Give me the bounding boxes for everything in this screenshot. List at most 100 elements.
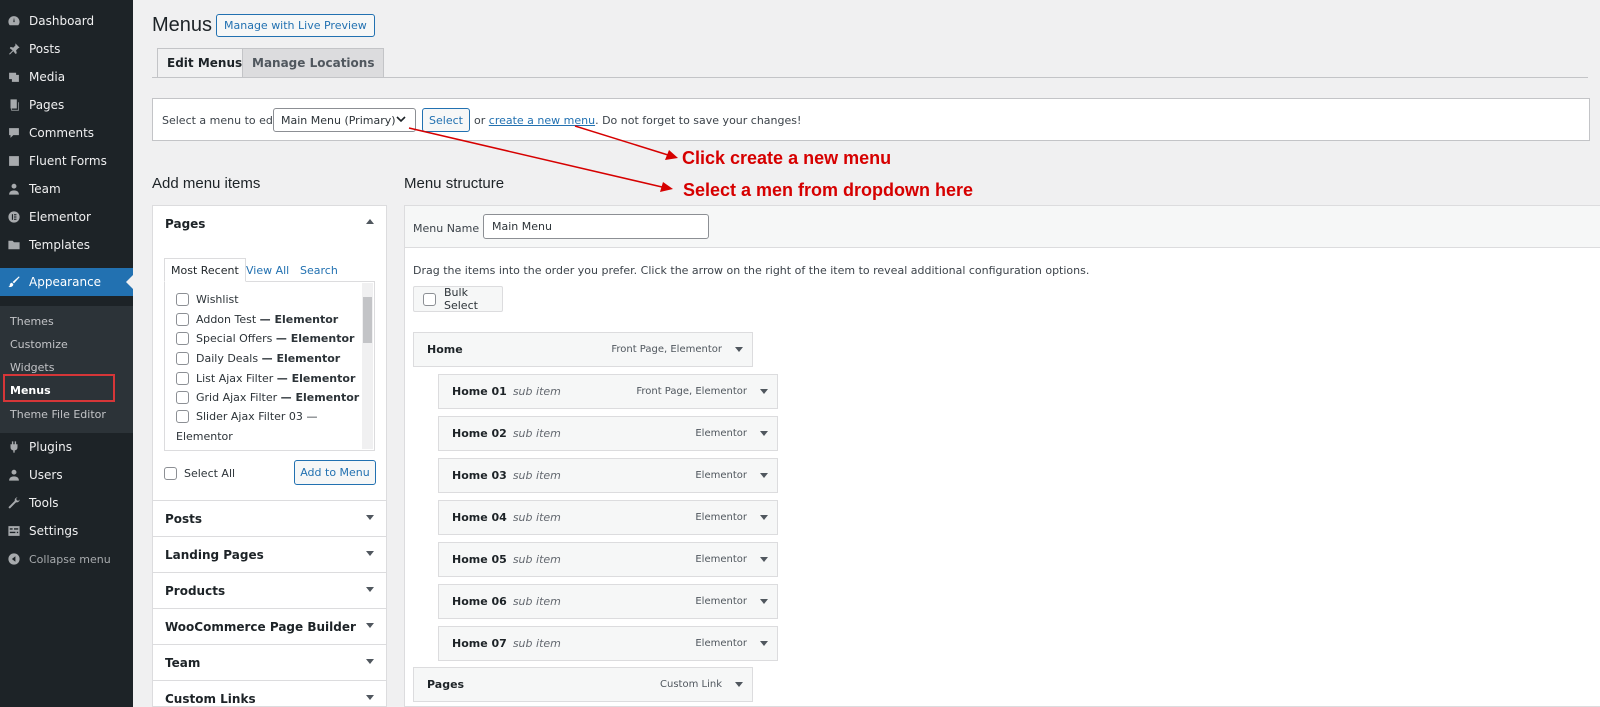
sidebar-label: Fluent Forms bbox=[29, 154, 107, 168]
select-button[interactable]: Select bbox=[422, 108, 470, 132]
menu-item[interactable]: Home 05 sub item Elementor bbox=[438, 542, 778, 577]
menu-item-label: Home 06 bbox=[452, 595, 507, 608]
sidebar-label: Team bbox=[29, 182, 61, 196]
sidebar-item-appearance[interactable]: Appearance bbox=[0, 268, 133, 296]
live-preview-button[interactable]: Manage with Live Preview bbox=[216, 14, 375, 37]
bulk-select-button[interactable]: Bulk Select bbox=[413, 286, 503, 312]
menu-item-label: Pages bbox=[427, 678, 465, 691]
expand-arrow-icon[interactable] bbox=[735, 682, 743, 687]
sidebar-item-dashboard[interactable]: Dashboard bbox=[0, 7, 133, 35]
expand-arrow-icon[interactable] bbox=[760, 557, 768, 562]
menu-item[interactable]: Home 01 sub item Front Page, Elementor bbox=[438, 374, 778, 409]
menu-structure-heading: Menu structure bbox=[404, 175, 505, 192]
submenu-item-customize[interactable]: Customize bbox=[10, 338, 68, 351]
dashboard-icon bbox=[7, 14, 21, 28]
settings-icon bbox=[7, 524, 21, 538]
sidebar-item-templates[interactable]: Templates bbox=[0, 231, 133, 259]
expand-arrow-icon[interactable] bbox=[760, 599, 768, 604]
collapse-menu-button[interactable]: Collapse menu bbox=[0, 545, 133, 573]
expand-arrow-icon[interactable] bbox=[760, 515, 768, 520]
folder-icon bbox=[7, 238, 21, 252]
list-item[interactable]: Wishlist bbox=[176, 293, 239, 306]
sidebar-item-plugins[interactable]: Plugins bbox=[0, 433, 133, 461]
checkbox[interactable] bbox=[423, 292, 436, 306]
expand-arrow-icon[interactable] bbox=[760, 389, 768, 394]
expand-arrow-icon[interactable] bbox=[760, 473, 768, 478]
accordion-team[interactable]: Team bbox=[153, 644, 386, 680]
sidebar-item-posts[interactable]: Posts bbox=[0, 35, 133, 63]
sidebar-item-users[interactable]: Users bbox=[0, 461, 133, 489]
sidebar-item-elementor[interactable]: Elementor bbox=[0, 203, 133, 231]
scrollbar-thumb[interactable] bbox=[363, 297, 372, 343]
tab-manage-locations[interactable]: Manage Locations bbox=[242, 48, 385, 78]
list-item[interactable]: Daily Deals — Elementor bbox=[176, 352, 340, 365]
page-name: Grid Ajax Filter bbox=[196, 391, 278, 404]
tab-view-all[interactable]: View All bbox=[240, 258, 295, 282]
sidebar-label: Dashboard bbox=[29, 14, 95, 28]
accordion-pages[interactable]: Pages bbox=[153, 205, 386, 242]
expand-arrow-icon bbox=[366, 695, 374, 700]
list-item[interactable]: Special Offers — Elementor bbox=[176, 332, 354, 345]
sidebar-label: Templates bbox=[29, 238, 91, 252]
menu-item[interactable]: Home 02 sub item Elementor bbox=[438, 416, 778, 451]
menu-item[interactable]: Home 07 sub item Elementor bbox=[438, 626, 778, 661]
list-scrollbar[interactable] bbox=[362, 283, 373, 449]
sidebar-item-tools[interactable]: Tools bbox=[0, 489, 133, 517]
list-item[interactable]: Grid Ajax Filter — Elementor bbox=[176, 391, 359, 404]
plugin-icon bbox=[7, 440, 21, 454]
menu-item[interactable]: Home 06 sub item Elementor bbox=[438, 584, 778, 619]
menu-item-label: Home 07 bbox=[452, 637, 507, 650]
sub-item-label: sub item bbox=[512, 469, 561, 482]
sidebar-item-team[interactable]: Team bbox=[0, 175, 133, 203]
checkbox[interactable] bbox=[176, 352, 189, 365]
sidebar-item-pages[interactable]: Pages bbox=[0, 91, 133, 119]
tab-edit-menus[interactable]: Edit Menus bbox=[157, 48, 253, 78]
expand-arrow-icon bbox=[366, 515, 374, 520]
menu-item[interactable]: Home 04 sub item Elementor bbox=[438, 500, 778, 535]
submenu-item-widgets[interactable]: Widgets bbox=[10, 361, 54, 374]
checkbox[interactable] bbox=[176, 410, 189, 423]
list-item[interactable]: List Ajax Filter — Elementor bbox=[176, 372, 355, 385]
checkbox[interactable] bbox=[176, 313, 189, 326]
accordion-products[interactable]: Products bbox=[153, 572, 386, 608]
select-all-checkbox[interactable]: Select All bbox=[164, 467, 235, 480]
sidebar-item-settings[interactable]: Settings bbox=[0, 517, 133, 545]
menu-item[interactable]: Home Front Page, Elementor bbox=[413, 332, 753, 367]
create-new-menu-link[interactable]: create a new menu bbox=[489, 114, 595, 127]
submenu-item-theme-file-editor[interactable]: Theme File Editor bbox=[10, 408, 106, 421]
checkbox[interactable] bbox=[176, 391, 189, 404]
submenu-item-themes[interactable]: Themes bbox=[10, 315, 54, 328]
add-to-menu-button[interactable]: Add to Menu bbox=[294, 460, 376, 485]
menu-item[interactable]: Home 03 sub item Elementor bbox=[438, 458, 778, 493]
accordion-woocommerce-page-builder[interactable]: WooCommerce Page Builder bbox=[153, 608, 386, 644]
sub-item-label: sub item bbox=[512, 553, 561, 566]
menu-name-input[interactable] bbox=[483, 214, 709, 239]
checkbox[interactable] bbox=[164, 467, 177, 480]
checkbox[interactable] bbox=[176, 372, 189, 385]
forms-icon bbox=[7, 154, 21, 168]
list-item[interactable]: Addon Test — Elementor bbox=[176, 313, 338, 326]
sidebar-item-comments[interactable]: Comments bbox=[0, 119, 133, 147]
appearance-submenu: Themes Customize Widgets Menus Theme Fil… bbox=[0, 306, 133, 433]
sidebar-item-media[interactable]: Media bbox=[0, 63, 133, 91]
accordion-landing-pages[interactable]: Landing Pages bbox=[153, 536, 386, 572]
expand-arrow-icon[interactable] bbox=[735, 347, 743, 352]
collapse-label: Collapse menu bbox=[29, 552, 111, 566]
add-menu-items-heading: Add menu items bbox=[152, 175, 261, 192]
accordion-title: WooCommerce Page Builder bbox=[165, 619, 356, 634]
list-item[interactable]: Slider Ajax Filter 03 — bbox=[176, 410, 317, 423]
checkbox[interactable] bbox=[176, 293, 189, 306]
expand-arrow-icon[interactable] bbox=[760, 641, 768, 646]
tab-most-recent[interactable]: Most Recent bbox=[164, 258, 246, 282]
menu-dropdown[interactable]: Main Menu (Primary) bbox=[273, 108, 416, 132]
accordion-custom-links[interactable]: Custom Links bbox=[153, 680, 386, 707]
checkbox[interactable] bbox=[176, 332, 189, 345]
sidebar-item-fluent-forms[interactable]: Fluent Forms bbox=[0, 147, 133, 175]
page-suffix: Elementor bbox=[176, 430, 233, 443]
menu-item[interactable]: Pages Custom Link bbox=[413, 667, 753, 702]
expand-arrow-icon[interactable] bbox=[760, 431, 768, 436]
sidebar-label: Media bbox=[29, 70, 66, 84]
accordion-posts[interactable]: Posts bbox=[153, 500, 386, 536]
page-name: Daily Deals bbox=[196, 352, 259, 365]
tab-search[interactable]: Search bbox=[294, 258, 344, 282]
